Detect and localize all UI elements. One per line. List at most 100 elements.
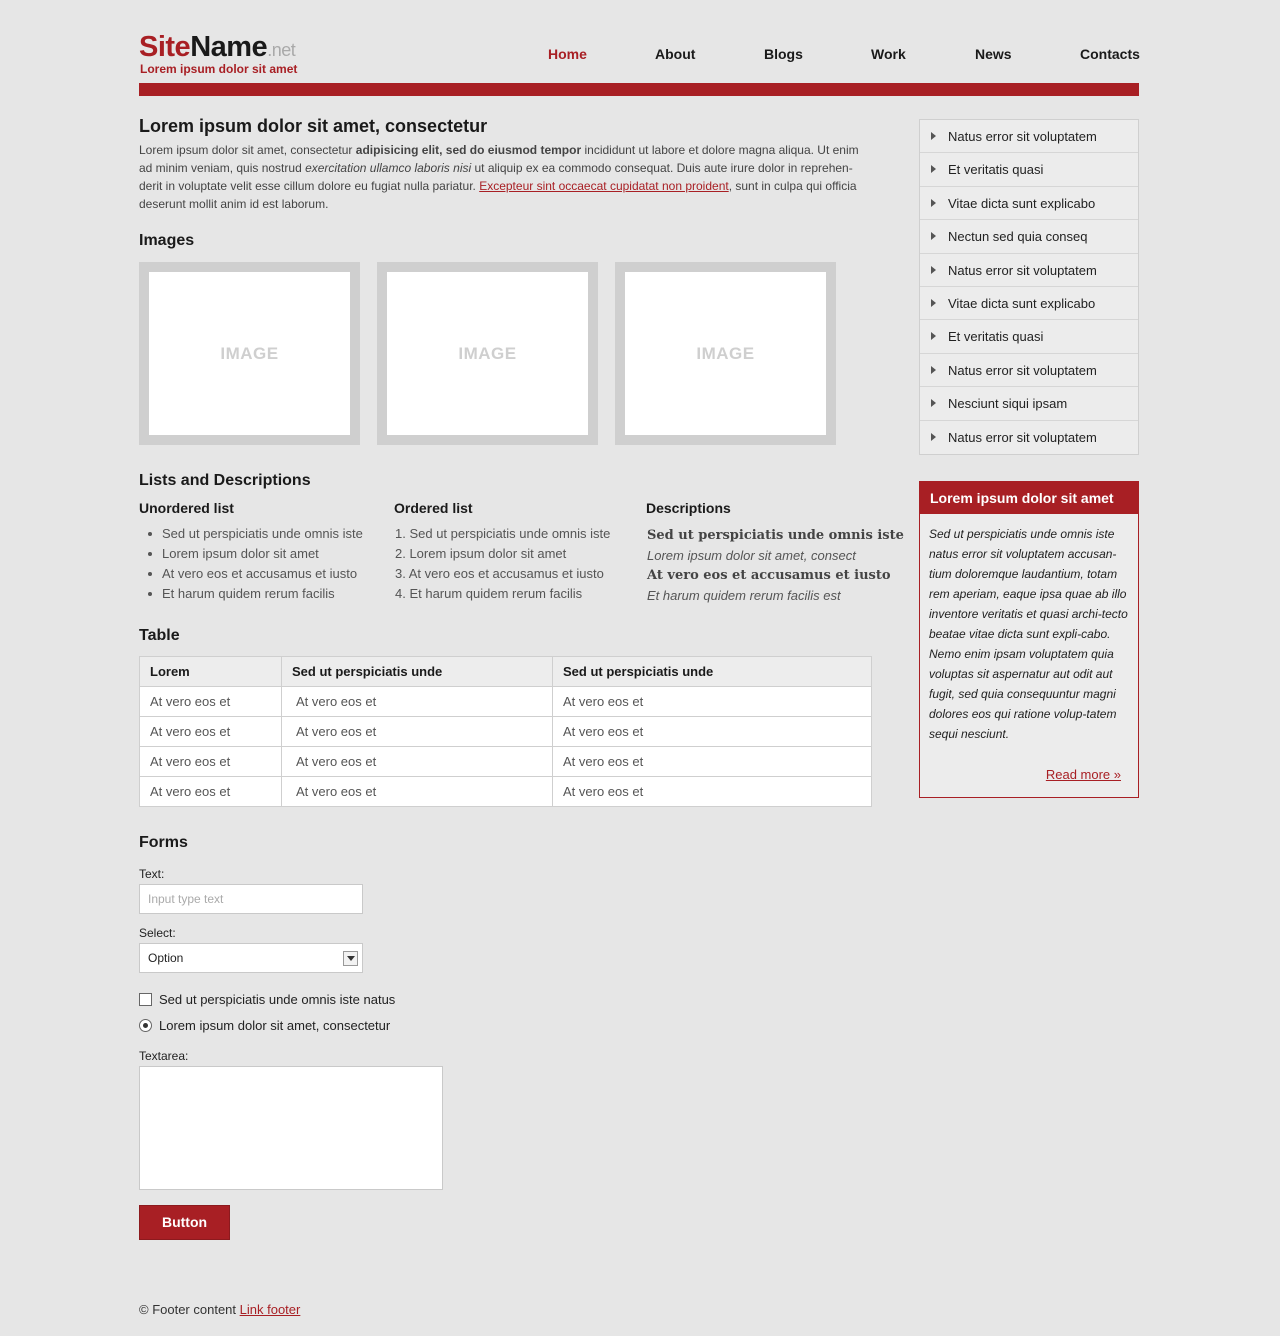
sidebar-item-label: Nesciunt siqui ipsam	[948, 396, 1068, 412]
table-cell: At vero eos et	[139, 776, 282, 807]
table-cell: At vero eos et	[281, 686, 553, 717]
table-cell: At vero eos et	[552, 716, 872, 747]
caret-right-icon	[931, 332, 936, 341]
table-cell: At vero eos et	[139, 686, 282, 717]
footer-link[interactable]: Link footer	[240, 1302, 301, 1317]
sidebar-item[interactable]: Natus error sit voluptatem	[920, 354, 1138, 388]
caret-right-icon	[931, 399, 936, 408]
table-cell: At vero eos et	[139, 716, 282, 747]
table-header-row: Lorem Sed ut perspiciatis unde Sed ut pe…	[139, 656, 872, 687]
data-table: Lorem Sed ut perspiciatis unde Sed ut pe…	[139, 656, 872, 807]
descriptions-heading: Descriptions	[646, 500, 731, 516]
sidebar-item-label: Natus error sit voluptatem	[948, 362, 1097, 378]
nav-about[interactable]: About	[655, 46, 695, 62]
ordered-list-heading: Ordered list	[394, 500, 473, 516]
checkbox-label: Sed ut perspiciatis unde omnis iste natu…	[159, 992, 396, 1007]
page-title: Lorem ipsum dolor sit amet, consectetur	[139, 116, 488, 136]
images-heading: Images	[139, 232, 195, 249]
sidebar-item-label: Et veritatis quasi	[948, 162, 1044, 178]
sidebar-item[interactable]: Natus error sit voluptatem	[920, 421, 1138, 454]
unordered-list: Sed ut perspiciatis unde omnis iste Lore…	[139, 524, 363, 604]
list-item: Et harum quidem rerum facilis	[139, 584, 363, 604]
header-divider-bar	[139, 83, 1139, 96]
sidebar-item[interactable]: Natus error sit voluptatem	[920, 120, 1138, 154]
sidebar-item[interactable]: Nectun sed quia conseq	[920, 220, 1138, 254]
table-header-cell: Sed ut perspiciatis unde	[552, 656, 872, 687]
list-item: Sed ut perspiciatis unde omnis iste	[139, 524, 363, 544]
sidebar-item[interactable]: Nesciunt siqui ipsam	[920, 387, 1138, 421]
intro-link[interactable]: Excepteur sint occaecat cupidatat non pr…	[479, 179, 729, 193]
sidebar-item[interactable]: Et veritatis quasi	[920, 320, 1138, 354]
caret-right-icon	[931, 132, 936, 140]
intro-text-1: Lorem ipsum dolor sit amet, consectetur	[139, 143, 356, 157]
text-field-label: Text:	[139, 867, 165, 881]
page-wrapper: SiteName.net Lorem ipsum dolor sit amet …	[139, 0, 1140, 1336]
table-heading: Table	[139, 627, 180, 644]
caret-right-icon	[931, 365, 936, 374]
main-nav: Home About Blogs Work News Contacts	[139, 46, 1140, 66]
table-cell: At vero eos et	[552, 686, 872, 717]
footer-text: © Footer content	[139, 1302, 240, 1317]
nav-home[interactable]: Home	[548, 46, 587, 62]
footer: © Footer content Link footer	[139, 1302, 300, 1317]
caret-right-icon	[931, 232, 936, 241]
radio-button[interactable]	[139, 1019, 152, 1032]
table-row: At vero eos et At vero eos et At vero eo…	[139, 716, 872, 747]
table-cell: At vero eos et	[281, 776, 553, 807]
option-select[interactable]: Option	[139, 943, 363, 973]
sidebar-item[interactable]: Et veritatis quasi	[920, 153, 1138, 187]
image-label: IMAGE	[696, 344, 755, 363]
sidebar-item-label: Nectun sed quia conseq	[948, 229, 1088, 245]
sidebar-item-label: Natus error sit voluptatem	[948, 129, 1097, 144]
read-more-link[interactable]: Read more »	[1046, 767, 1121, 782]
description-definition: Et harum quidem rerum facilis est	[647, 588, 841, 603]
image-label: IMAGE	[220, 344, 279, 363]
table-cell: At vero eos et	[139, 746, 282, 777]
textarea-label: Textarea:	[139, 1049, 189, 1063]
sidebar-info-box: Lorem ipsum dolor sit amet Sed ut perspi…	[919, 481, 1139, 798]
lists-heading: Lists and Descriptions	[139, 472, 311, 489]
caret-right-icon	[931, 165, 936, 174]
nav-blogs[interactable]: Blogs	[764, 46, 803, 62]
textarea-field[interactable]	[139, 1066, 443, 1190]
forms-heading: Forms	[139, 834, 188, 851]
submit-button[interactable]: Button	[139, 1205, 230, 1240]
sidebar-item-label: Vitae dicta sunt explicabo	[948, 295, 1096, 311]
description-term: Sed ut perspiciatis unde omnis iste	[647, 528, 904, 543]
intro-italic: exercitation ullamco laboris nisi	[305, 161, 472, 175]
image-placeholder-3: IMAGE	[615, 262, 836, 445]
list-item: 1. Sed ut perspiciatis unde omnis iste	[395, 526, 611, 541]
sidebar-box-text: Sed ut perspiciatis unde omnis iste natu…	[929, 527, 1128, 741]
table-cell: At vero eos et	[281, 716, 553, 747]
caret-right-icon	[931, 298, 936, 307]
radio-label: Lorem ipsum dolor sit amet, consectetur	[159, 1018, 391, 1033]
intro-paragraph: Lorem ipsum dolor sit amet, consectetur …	[139, 141, 864, 213]
sidebar-menu: Natus error sit voluptatem Et veritatis …	[919, 119, 1139, 455]
sidebar-item-label: Natus error sit voluptatem	[948, 262, 1097, 278]
caret-right-icon	[931, 198, 936, 207]
caret-right-icon	[931, 432, 936, 441]
table-header-cell: Lorem	[139, 656, 282, 687]
description-list: Sed ut perspiciatis unde omnis iste Lore…	[647, 526, 904, 606]
nav-contacts[interactable]: Contacts	[1080, 46, 1140, 62]
intro-bold: adipisicing elit, sed do eiusmod tempor	[355, 143, 582, 157]
image-placeholder-1: IMAGE	[139, 262, 360, 445]
list-item: 3. At vero eos et accusamus et iusto	[395, 566, 604, 581]
sidebar-box-title: Lorem ipsum dolor sit amet	[920, 482, 1138, 514]
text-input[interactable]	[139, 884, 363, 914]
table-cell: At vero eos et	[552, 746, 872, 777]
image-label: IMAGE	[458, 344, 517, 363]
nav-work[interactable]: Work	[871, 46, 906, 62]
sidebar-item[interactable]: Natus error sit voluptatem	[920, 254, 1138, 287]
sidebar-item[interactable]: Vitae dicta sunt explicabo	[920, 287, 1138, 321]
nav-news[interactable]: News	[975, 46, 1012, 62]
checkbox[interactable]	[139, 993, 152, 1006]
list-item: 4. Et harum quidem rerum facilis	[395, 586, 583, 601]
description-term: At vero eos et accusamus et iusto	[647, 568, 891, 583]
chevron-down-icon[interactable]	[343, 951, 358, 966]
ordered-list: 1. Sed ut perspiciatis unde omnis iste 2…	[395, 524, 610, 604]
select-value: Option	[148, 951, 184, 965]
table-row: At vero eos et At vero eos et At vero eo…	[139, 686, 872, 717]
sidebar-item[interactable]: Vitae dicta sunt explicabo	[920, 187, 1138, 221]
table-row: At vero eos et At vero eos et At vero eo…	[139, 746, 872, 777]
